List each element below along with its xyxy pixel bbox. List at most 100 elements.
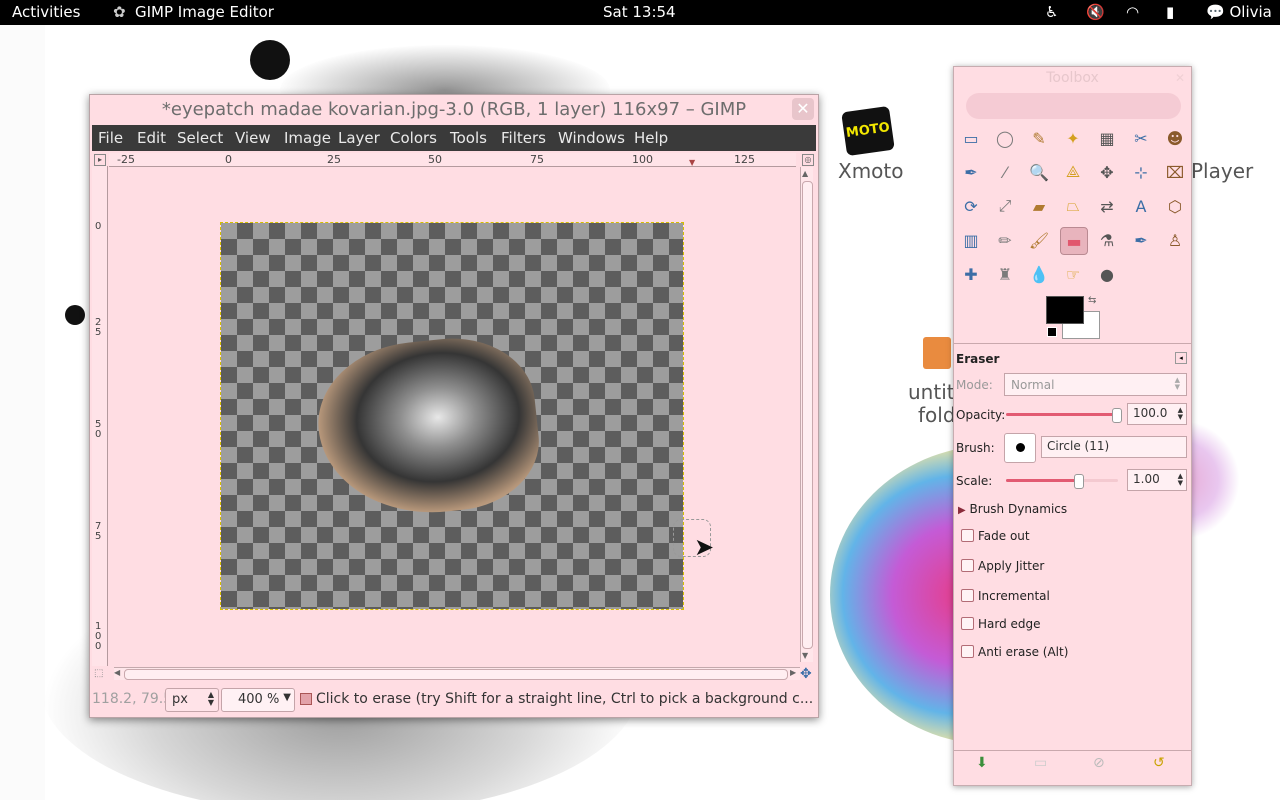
fade-out-checkbox[interactable] xyxy=(961,529,974,542)
scale-tool-button[interactable]: ⤢ xyxy=(992,193,1018,219)
text-tool-button[interactable]: A xyxy=(1128,193,1154,219)
menu-file[interactable]: File xyxy=(98,129,123,147)
perspective-clone-tool-button[interactable]: ♜ xyxy=(992,261,1018,287)
paths-tool-button[interactable]: ✒ xyxy=(958,159,984,185)
menu-help[interactable]: Help xyxy=(634,129,668,147)
heal-tool-button[interactable]: ✚ xyxy=(958,261,984,287)
activities-button[interactable]: Activities xyxy=(12,3,80,21)
close-button[interactable]: ✕ xyxy=(792,98,814,120)
ink-tool-button[interactable]: ✒ xyxy=(1128,227,1154,253)
blur-tool-button[interactable]: 💧 xyxy=(1026,261,1052,287)
desktop-icon-player[interactable]: Player xyxy=(1191,159,1253,183)
canvas-area[interactable]: ➤ xyxy=(108,167,798,664)
opacity-input[interactable]: 100.0 ▲ ▼ xyxy=(1127,403,1187,425)
paintbrush-tool-button[interactable]: 🖌 xyxy=(1026,227,1052,253)
user-menu[interactable]: 💬 Olivia xyxy=(1206,3,1272,21)
color-select-tool-button[interactable]: ▦ xyxy=(1094,125,1120,151)
foreground-color-swatch[interactable] xyxy=(1046,296,1084,324)
scale-slider[interactable] xyxy=(1006,474,1118,489)
default-colors-icon[interactable] xyxy=(1047,327,1057,337)
free-select-tool-button[interactable]: ✎ xyxy=(1026,125,1052,151)
measure-tool-button[interactable]: ⟁ xyxy=(1060,159,1086,185)
vertical-scroll-thumb[interactable] xyxy=(802,181,813,649)
window-title[interactable]: *eyepatch madae kovarian.jpg-3.0 (RGB, 1… xyxy=(90,95,818,125)
zoom-selector[interactable]: 400 % ▼ xyxy=(221,688,295,712)
cage-tool-button[interactable]: ⬡ xyxy=(1162,193,1188,219)
volume-muted-icon[interactable]: 🔇 xyxy=(1086,3,1105,21)
foreground-select-tool-button[interactable]: ☻ xyxy=(1162,125,1188,151)
app-menu[interactable]: ✿ GIMP Image Editor xyxy=(113,3,274,21)
tool-options-menu-icon[interactable]: ◂ xyxy=(1175,352,1187,364)
battery-icon[interactable]: ▮ xyxy=(1166,3,1174,21)
scroll-down-arrow-icon[interactable]: ▼ xyxy=(802,651,808,660)
clone-tool-button[interactable]: ♙ xyxy=(1162,227,1188,253)
delete-options-icon[interactable]: ⊘ xyxy=(1093,755,1105,771)
close-icon[interactable]: ✕ xyxy=(1175,71,1185,85)
opacity-slider-handle[interactable] xyxy=(1112,408,1122,423)
gimp-toolbox-window[interactable]: Toolbox ✕ ▭ ◯ ✎ ✦ ▦ ✂ ☻ ✒ ⁄ 🔍 ⟁ ✥ ⊹ ⌧ ⟳ ⤢ ▰ ⏢ ⇄ A ⬡ ▥ ✏ 🖌 ▬ ⚗ ✒ ♙ ✚ ♜… xyxy=(953,66,1192,786)
apply-jitter-checkbox[interactable] xyxy=(961,559,974,572)
menu-filters[interactable]: Filters xyxy=(501,129,546,147)
scroll-up-arrow-icon[interactable]: ▲ xyxy=(802,169,808,178)
vertical-ruler[interactable]: 0 2 5 5 0 7 5 1 0 0 xyxy=(92,166,108,666)
pencil-tool-button[interactable]: ✏ xyxy=(992,227,1018,253)
image-layer-canvas[interactable] xyxy=(220,222,684,610)
dodge-burn-tool-button[interactable]: ● xyxy=(1094,261,1120,287)
scissors-tool-button[interactable]: ✂ xyxy=(1128,125,1154,151)
scroll-left-arrow-icon[interactable]: ◀ xyxy=(114,668,120,677)
incremental-checkbox[interactable] xyxy=(961,589,974,602)
align-tool-button[interactable]: ⊹ xyxy=(1128,159,1154,185)
blend-tool-button[interactable]: ▥ xyxy=(958,227,984,253)
menu-view[interactable]: View xyxy=(235,129,271,147)
zoom-tool-button[interactable]: 🔍 xyxy=(1026,159,1052,185)
menu-image[interactable]: Image xyxy=(284,129,331,147)
rotate-tool-button[interactable]: ⟳ xyxy=(958,193,984,219)
move-tool-button[interactable]: ✥ xyxy=(1094,159,1120,185)
clock[interactable]: Sat 13:54 xyxy=(603,3,676,21)
rect-select-tool-button[interactable]: ▭ xyxy=(958,125,984,151)
gimp-image-window[interactable]: *eyepatch madae kovarian.jpg-3.0 (RGB, 1… xyxy=(89,94,819,718)
folder-icon[interactable] xyxy=(923,337,951,369)
airbrush-tool-button[interactable]: ⚗ xyxy=(1094,227,1120,253)
navigate-icon[interactable]: ✥ xyxy=(800,666,812,682)
menu-windows[interactable]: Windows xyxy=(558,129,625,147)
toolbox-title[interactable]: Toolbox xyxy=(954,70,1191,86)
accessibility-icon[interactable]: ♿ xyxy=(1045,3,1058,21)
restore-options-icon[interactable]: ▭ xyxy=(1034,755,1047,771)
desktop-icon-untitled-folder[interactable]: untit xyxy=(908,380,955,404)
horizontal-scrollbar[interactable]: ◀ ▶ xyxy=(114,667,800,680)
menu-select[interactable]: Select xyxy=(177,129,223,147)
desktop-icon-xmoto[interactable]: MOTO Xmoto xyxy=(838,105,904,189)
unit-selector[interactable]: px ▲ ▼ xyxy=(165,688,219,712)
horizontal-scroll-thumb[interactable] xyxy=(124,669,788,680)
crop-tool-button[interactable]: ⌧ xyxy=(1162,159,1188,185)
save-options-icon[interactable]: ⬇ xyxy=(976,755,988,771)
eraser-tool-button[interactable]: ▬ xyxy=(1060,227,1088,255)
perspective-tool-button[interactable]: ⏢ xyxy=(1060,193,1086,219)
flip-tool-button[interactable]: ⇄ xyxy=(1094,193,1120,219)
menu-colors[interactable]: Colors xyxy=(390,129,437,147)
ellipse-select-tool-button[interactable]: ◯ xyxy=(992,125,1018,151)
color-picker-tool-button[interactable]: ⁄ xyxy=(992,159,1018,185)
menu-edit[interactable]: Edit xyxy=(137,129,166,147)
brush-dynamics-expander[interactable]: ▶ Brush Dynamics xyxy=(958,502,1067,516)
anti-erase-checkbox[interactable] xyxy=(961,645,974,658)
horizontal-ruler[interactable]: -25 0 25 50 75 100 125 ▼ xyxy=(109,153,796,167)
menu-layer[interactable]: Layer xyxy=(338,129,380,147)
quick-mask-icon[interactable]: ⬚ xyxy=(94,668,103,679)
wifi-icon[interactable]: ◠ xyxy=(1126,3,1139,21)
vertical-scrollbar[interactable]: ▲ ▼ xyxy=(800,167,813,662)
hard-edge-checkbox[interactable] xyxy=(961,617,974,630)
scale-input[interactable]: 1.00 ▲ ▼ xyxy=(1127,469,1187,491)
fuzzy-select-tool-button[interactable]: ✦ xyxy=(1060,125,1086,151)
shear-tool-button[interactable]: ▰ xyxy=(1026,193,1052,219)
scroll-right-arrow-icon[interactable]: ▶ xyxy=(790,668,796,677)
reset-options-icon[interactable]: ↺ xyxy=(1153,755,1165,771)
smudge-tool-button[interactable]: ☞ xyxy=(1060,261,1086,287)
swap-colors-icon[interactable]: ⇆ xyxy=(1088,295,1096,306)
opacity-slider[interactable] xyxy=(1006,408,1122,423)
menu-arrow-icon[interactable]: ▸ xyxy=(94,154,106,166)
zoom-to-fit-icon[interactable]: ◎ xyxy=(802,154,814,166)
menu-tools[interactable]: Tools xyxy=(450,129,487,147)
brush-preview-button[interactable] xyxy=(1004,433,1036,463)
